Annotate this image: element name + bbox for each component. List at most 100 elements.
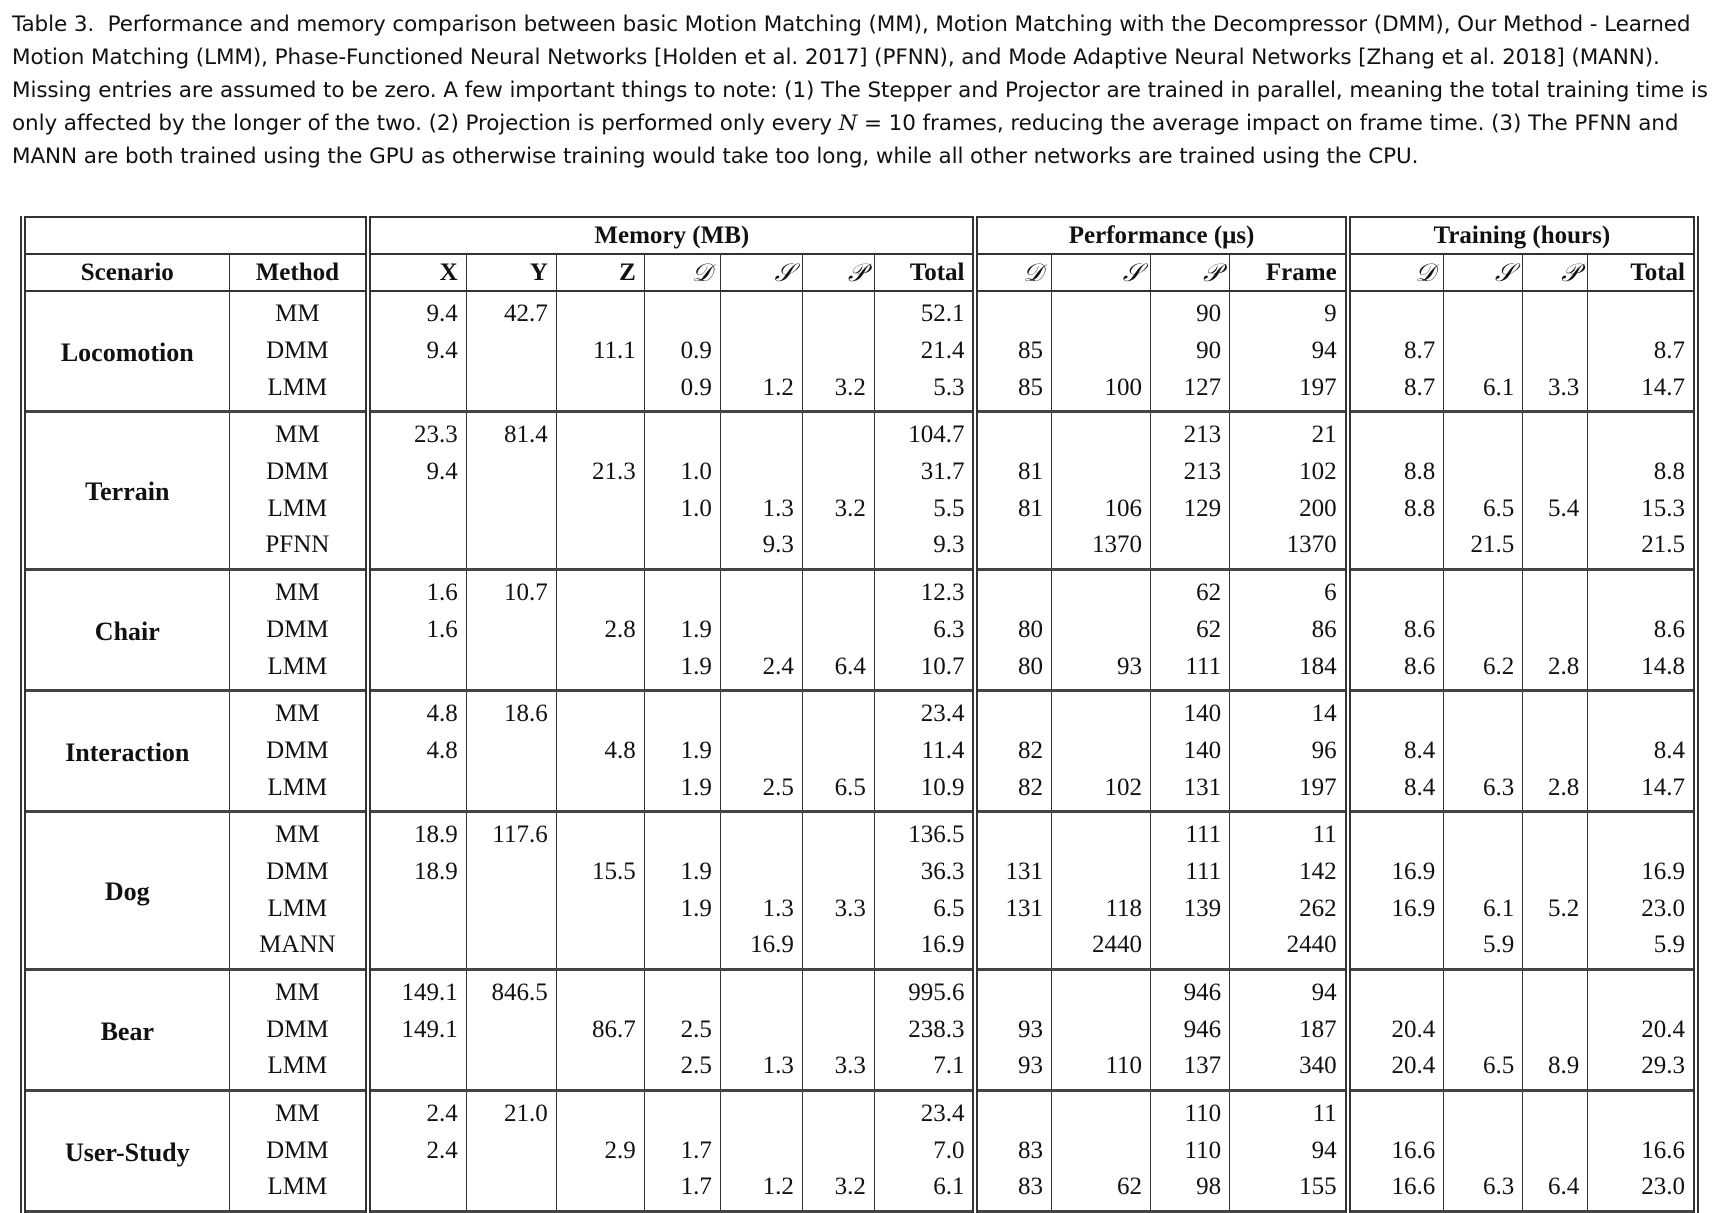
value-cell: [972, 811, 1052, 854]
table-row: Dog MM 18.9 117.6 136.5 111 11: [22, 811, 1696, 971]
column-header: Total: [1587, 253, 1696, 292]
value-cell: 15.3: [1587, 490, 1696, 528]
value-cell: [555, 1169, 645, 1213]
method-cell: LMM: [228, 490, 369, 528]
value-cell: [465, 648, 557, 692]
value-cell: [1344, 969, 1444, 1012]
column-header: Y: [465, 253, 557, 292]
value-cell: 110: [1150, 1090, 1230, 1133]
value-cell: 94: [1229, 969, 1348, 1012]
value-cell: [365, 1048, 467, 1092]
value-cell: 29.3: [1587, 1048, 1696, 1092]
value-cell: 340: [1229, 1048, 1348, 1092]
value-cell: [1443, 291, 1523, 333]
value-cell: 1.2: [719, 1169, 803, 1213]
table-row: LMM 1.9 2.4 6.4 10.7 80 93 111 184 8.6 6.2 2.8 14.8: [23, 648, 1696, 692]
value-cell: 2.8: [1522, 769, 1588, 813]
value-cell: 82: [972, 732, 1052, 770]
value-cell: 20.4: [1587, 1011, 1696, 1049]
value-cell: 1370: [1229, 527, 1348, 571]
value-cell: [1050, 569, 1151, 612]
value-cell: 81: [972, 453, 1052, 491]
method-cell: MM: [228, 969, 369, 1012]
column-header: Total: [873, 253, 976, 292]
method-cell: PFNN: [228, 527, 369, 571]
value-cell: 111: [1150, 648, 1230, 692]
value-cell: [801, 332, 875, 370]
value-cell: 93: [972, 1011, 1052, 1049]
method-cell: DMM: [228, 853, 369, 891]
value-cell: 23.3: [365, 411, 467, 454]
method-cell: DMM: [228, 1011, 369, 1049]
value-cell: [465, 1169, 557, 1213]
method-cell: LMM: [228, 369, 369, 414]
table-row: DMM 149.1 86.7 2.5 238.3 93 946 187 20.4 20.4: [23, 1011, 1696, 1049]
value-cell: 5.9: [1587, 927, 1696, 971]
value-cell: 1.9: [643, 890, 721, 927]
scenario-cell: Bear: [22, 969, 230, 1092]
value-cell: 16.9: [873, 927, 976, 971]
column-header: Frame: [1229, 253, 1348, 292]
value-cell: 8.7: [1587, 332, 1696, 370]
method-cell: MM: [228, 1090, 369, 1133]
value-cell: [1443, 690, 1523, 733]
column-header: 𝒮: [1443, 253, 1523, 292]
method-cell: MANN: [228, 927, 369, 971]
value-cell: 1.7: [643, 1169, 721, 1213]
value-cell: [365, 890, 467, 927]
value-cell: [972, 291, 1052, 333]
value-cell: 18.6: [465, 690, 557, 733]
value-cell: 3.3: [801, 890, 875, 927]
value-cell: 117.6: [465, 811, 557, 854]
value-cell: [1050, 1011, 1151, 1049]
value-cell: 80: [972, 648, 1052, 692]
value-cell: 31.7: [873, 453, 976, 491]
table-row: Interaction MM 4.8 18.6 23.4 140 14: [22, 690, 1696, 813]
comparison-table: Memory (MB) Performance (μs) Training (h…: [20, 216, 1699, 1213]
value-cell: [719, 411, 803, 454]
value-cell: 62: [1150, 611, 1230, 649]
value-cell: [801, 453, 875, 491]
value-cell: 6.3: [1443, 1169, 1523, 1213]
value-cell: 155: [1229, 1169, 1348, 1213]
value-cell: 2.4: [719, 648, 803, 692]
value-cell: 93: [972, 1048, 1052, 1092]
table-caption: Table 3. Performance and memory comparis…: [12, 8, 1712, 173]
table-row: LMM 0.9 1.2 3.2 5.3 85 100 127 197 8.7 6.1 3.3 14.7: [23, 369, 1696, 414]
value-cell: [555, 1090, 645, 1133]
group-performance: Performance (μs): [972, 216, 1348, 255]
value-cell: 184: [1229, 648, 1348, 692]
value-cell: [801, 811, 875, 854]
column-header: 𝒫: [1150, 253, 1230, 292]
value-cell: 83: [972, 1169, 1052, 1213]
value-cell: [555, 969, 645, 1012]
value-cell: 8.6: [1587, 611, 1696, 649]
value-cell: [643, 1090, 721, 1133]
table-row: Locomotion MM 9.4 42.7 52.1 90 9: [22, 291, 1696, 414]
value-cell: [1522, 453, 1588, 491]
value-cell: 42.7: [465, 291, 557, 333]
value-cell: [972, 569, 1052, 612]
value-cell: [643, 969, 721, 1012]
value-cell: 8.9: [1522, 1048, 1588, 1092]
value-cell: 200: [1229, 490, 1348, 528]
column-header-row: Scenario Method X Y Z 𝒟 𝒮 𝒫 Total 𝒟 𝒮 𝒫 Frame 𝒟 𝒮 𝒫 Tota…: [22, 253, 1696, 292]
value-cell: [1344, 1090, 1444, 1133]
column-header: Z: [555, 253, 645, 292]
value-cell: [555, 769, 645, 813]
value-cell: [1443, 411, 1523, 454]
value-cell: [555, 1048, 645, 1092]
value-cell: 118: [1050, 890, 1151, 927]
value-cell: 111: [1150, 853, 1230, 891]
value-cell: 16.9: [1587, 853, 1696, 891]
value-cell: [719, 1090, 803, 1133]
table-row: DMM 9.4 11.1 0.9 21.4 85 90 94 8.7 8.7: [23, 332, 1696, 370]
value-cell: [1050, 1090, 1151, 1133]
value-cell: 23.0: [1587, 890, 1696, 927]
value-cell: [1050, 732, 1151, 770]
value-cell: 149.1: [365, 969, 467, 1012]
value-cell: [555, 811, 645, 854]
value-cell: 2.5: [719, 769, 803, 813]
method-cell: LMM: [228, 890, 369, 927]
method-cell: MM: [228, 411, 369, 454]
